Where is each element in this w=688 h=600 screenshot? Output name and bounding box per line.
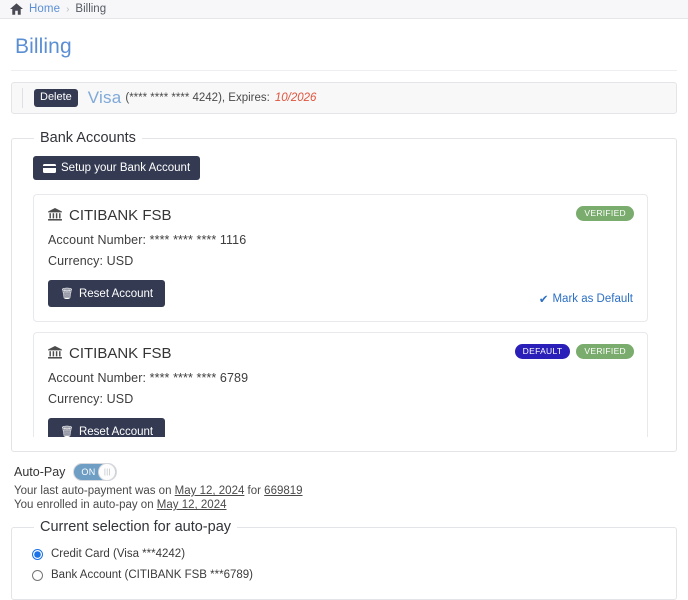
enrolled-autopay-prefix: You enrolled in auto-pay on	[14, 499, 157, 511]
autopay-option-bank-account[interactable]: Bank Account (CITIBANK FSB ***6789)	[32, 569, 664, 581]
card-expiry: 10/2026	[274, 92, 317, 104]
mark-as-default-link[interactable]: ✔ Mark as Default	[539, 292, 633, 306]
bank-account-name: CITIBANK FSB	[69, 345, 172, 362]
autopay-toggle-state: ON	[81, 467, 96, 477]
breadcrumb-separator: ›	[66, 3, 70, 15]
bank-account-name: CITIBANK FSB	[69, 207, 172, 224]
bank-account-header: CITIBANK FSB	[48, 207, 633, 224]
current-selection-section: Current selection for auto-pay Credit Ca…	[11, 519, 677, 600]
bank-account-card: DEFAULT VERIFIED CITIBANK FSB Account Nu…	[33, 332, 648, 437]
home-icon[interactable]	[10, 3, 23, 15]
autopay-toggle-knob: |||	[98, 463, 117, 481]
radio-bank-account[interactable]	[32, 569, 43, 581]
last-autopayment-text: Your last auto-payment was on May 12, 20…	[14, 485, 677, 497]
bank-account-number: Account Number: **** **** **** 1116	[48, 233, 247, 247]
trash-icon: 🗑	[60, 288, 74, 300]
reset-account-label: Reset Account	[78, 287, 154, 300]
credit-card-row: Delete Visa (**** **** **** 4242), Expir…	[11, 82, 677, 114]
autopay-label: Auto-Pay	[14, 465, 66, 479]
autopay-row: Auto-Pay ON |||	[14, 463, 677, 481]
autopay-option-bank-account-label[interactable]: Bank Account (CITIBANK FSB ***6789)	[51, 569, 253, 581]
badge-group: VERIFIED	[576, 206, 634, 221]
reset-account-label: Reset Account	[78, 425, 154, 438]
bank-account-number: Account Number: **** **** **** 6789	[48, 371, 249, 385]
credit-card-icon	[43, 163, 56, 173]
reset-account-button[interactable]: 🗑 Reset Account	[48, 418, 166, 438]
enrolled-autopay-date[interactable]: May 12, 2024	[157, 499, 227, 511]
autopay-toggle[interactable]: ON |||	[73, 463, 118, 481]
status-badge-verified: VERIFIED	[576, 206, 634, 221]
reset-account-button[interactable]: 🗑 Reset Account	[48, 280, 166, 307]
radio-credit-card[interactable]	[32, 548, 43, 560]
current-selection-legend: Current selection for auto-pay	[40, 519, 232, 535]
last-autopayment-reference[interactable]: 669819	[264, 485, 302, 497]
bank-account-card: VERIFIED CITIBANK FSB Account Number: **…	[33, 194, 648, 322]
mark-as-default-label: Mark as Default	[552, 293, 633, 305]
breadcrumb-home-link[interactable]: Home	[29, 3, 60, 15]
card-brand: Visa	[87, 88, 122, 107]
autopay-option-credit-card-label[interactable]: Credit Card (Visa ***4242)	[51, 548, 185, 560]
setup-bank-account-label: Setup your Bank Account	[61, 162, 191, 174]
page-container: Billing Delete Visa (**** **** **** 4242…	[0, 35, 688, 600]
bank-account-currency: Currency: USD	[48, 392, 134, 406]
bank-accounts-section: Bank Accounts Setup your Bank Account VE…	[11, 130, 677, 452]
bank-accounts-scroll-area[interactable]: VERIFIED CITIBANK FSB Account Number: **…	[33, 194, 660, 437]
trash-icon: 🗑	[60, 426, 74, 437]
bank-accounts-legend: Bank Accounts	[40, 130, 136, 146]
delete-card-button[interactable]: Delete	[34, 89, 78, 107]
bank-icon	[48, 207, 62, 224]
title-divider	[11, 70, 677, 71]
page-title: Billing	[15, 35, 72, 58]
last-autopayment-date[interactable]: May 12, 2024	[175, 485, 245, 497]
breadcrumb: Home › Billing	[0, 0, 688, 19]
card-row-divider	[22, 88, 23, 108]
autopay-option-credit-card[interactable]: Credit Card (Visa ***4242)	[32, 548, 664, 560]
status-badge-default: DEFAULT	[514, 344, 571, 359]
bank-icon	[48, 345, 62, 362]
card-masked-number: (**** **** **** 4242), Expires:	[125, 92, 270, 104]
status-badge-verified: VERIFIED	[576, 344, 634, 359]
check-icon: ✔	[538, 294, 549, 306]
setup-bank-account-button[interactable]: Setup your Bank Account	[33, 156, 201, 180]
bank-account-currency: Currency: USD	[48, 254, 134, 268]
enrolled-autopay-text: You enrolled in auto-pay on May 12, 2024	[14, 499, 677, 511]
badge-group: DEFAULT VERIFIED	[514, 344, 634, 359]
last-autopayment-mid: for	[244, 485, 265, 497]
breadcrumb-current: Billing	[75, 3, 107, 15]
last-autopayment-prefix: Your last auto-payment was on	[14, 485, 175, 497]
